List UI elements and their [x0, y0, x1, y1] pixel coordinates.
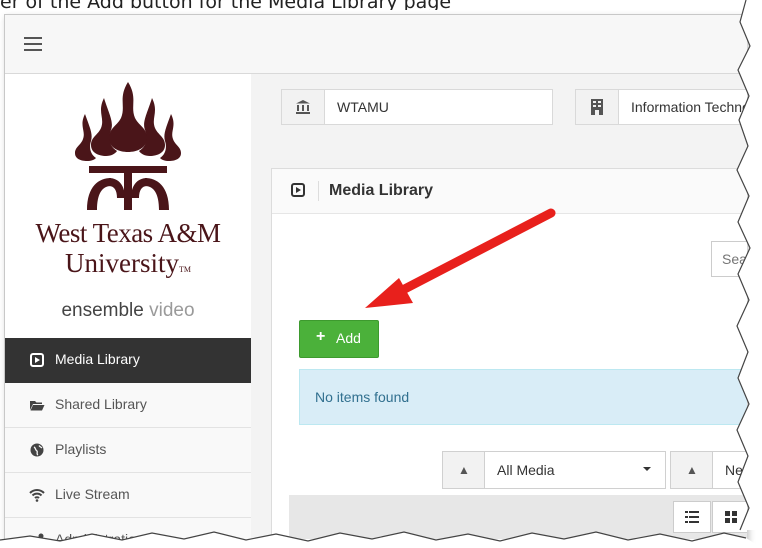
media-library-icon — [291, 183, 305, 197]
institution-value: WTAMU — [337, 99, 389, 115]
sidebar-item-live-stream[interactable]: Live Stream — [5, 473, 251, 518]
trademark: TM — [179, 265, 191, 274]
plus-icon: + — [316, 328, 326, 345]
sort-order-select[interactable]: Newest — [712, 451, 747, 489]
grid-view-button[interactable] — [712, 501, 747, 533]
sidebar-item-label: Media Library — [55, 351, 140, 367]
header-divider — [318, 181, 319, 201]
sidebar-item-label: Administration — [55, 531, 144, 541]
wtamu-flame-emblem-icon — [75, 82, 181, 210]
department-addon — [576, 90, 619, 124]
list-view-button[interactable] — [673, 501, 711, 533]
sort-icon: ▲ — [442, 451, 486, 489]
media-type-select[interactable]: All Media — [484, 451, 666, 489]
wtamu-logo: West Texas A&M UniversityTM ensemble vid… — [5, 74, 251, 336]
chevron-down-icon — [643, 467, 651, 471]
logo-line-2: UniversityTM — [65, 248, 191, 278]
search-input[interactable] — [720, 250, 747, 268]
sidebar-nav: Media Library Shared Library Playlists L… — [5, 338, 251, 541]
main-content: WTAMU Information Technology — [251, 74, 747, 541]
sidebar-item-administration[interactable]: Administration — [5, 518, 251, 541]
top-navbar — [5, 15, 747, 74]
brand-strong: ensemble — [61, 300, 144, 321]
hamburger-menu-icon[interactable] — [24, 37, 42, 51]
add-button-label: Add — [336, 330, 361, 346]
sidebar-item-playlists[interactable]: Playlists — [5, 428, 251, 473]
institution-select[interactable]: WTAMU — [281, 89, 553, 125]
wifi-icon — [29, 489, 45, 502]
sort-order-value: Newest — [725, 462, 747, 478]
institution-addon — [282, 90, 325, 124]
caption-text: er of the Add button for the Media Libra… — [0, 0, 762, 10]
view-toolbar — [289, 495, 747, 539]
media-library-panel: Media Library + Add No items found ▲ All… — [271, 168, 747, 541]
department-building-icon — [591, 99, 603, 115]
cogs-icon — [31, 533, 44, 541]
sidebar-item-shared-library[interactable]: Shared Library — [5, 383, 251, 428]
sidebar-item-media-library[interactable]: Media Library — [5, 338, 251, 383]
sidebar-item-label: Shared Library — [55, 396, 147, 412]
media-type-value: All Media — [497, 462, 555, 478]
department-value: Information Technology — [631, 99, 747, 115]
sidebar-item-label: Live Stream — [55, 486, 130, 502]
logo-line-1: West Texas A&M — [35, 218, 221, 248]
sidebar: West Texas A&M UniversityTM ensemble vid… — [5, 74, 252, 541]
department-select[interactable]: Information Technology — [575, 89, 747, 125]
add-button[interactable]: + Add — [299, 320, 379, 358]
brand-light: video — [149, 300, 195, 321]
panel-header: Media Library — [272, 169, 747, 214]
folder-open-icon — [30, 401, 45, 411]
search-field[interactable] — [711, 241, 747, 277]
panel-title: Media Library — [329, 182, 434, 199]
media-library-icon — [30, 353, 44, 367]
ensemble-video-brand: ensemble video — [5, 300, 251, 322]
grid-icon — [725, 511, 737, 523]
app-window: West Texas A&M UniversityTM ensemble vid… — [4, 14, 747, 541]
empty-notice-text: No items found — [315, 389, 410, 405]
empty-notice: No items found — [299, 369, 747, 425]
sort-order-icon: ▲ — [670, 451, 714, 489]
list-icon — [685, 511, 699, 523]
institution-building-icon — [296, 100, 310, 114]
sidebar-item-label: Playlists — [55, 441, 107, 457]
globe-icon — [30, 443, 44, 457]
